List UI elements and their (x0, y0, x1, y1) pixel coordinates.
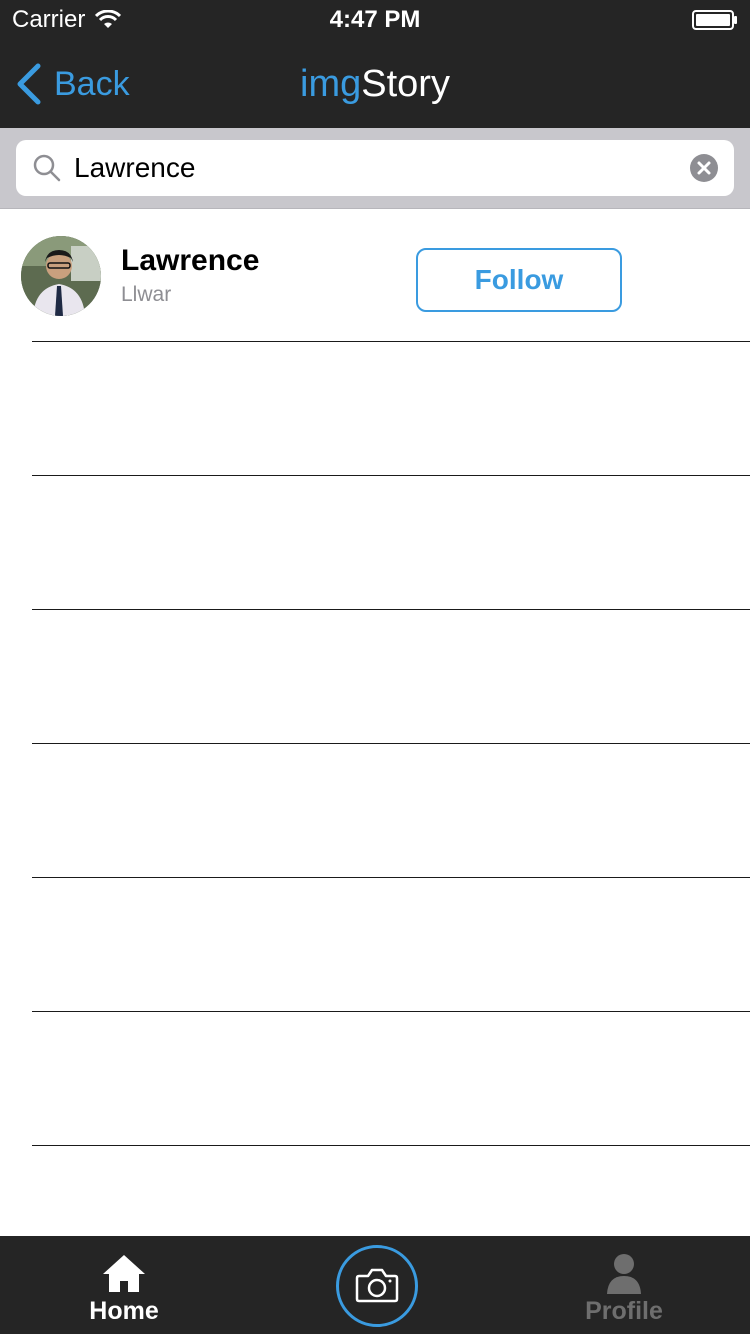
follow-button[interactable]: Follow (416, 248, 622, 312)
camera-button[interactable] (336, 1245, 418, 1327)
tab-bar: Home Profile (0, 1236, 750, 1334)
profile-icon (607, 1254, 641, 1294)
app-title-part-img: img (300, 63, 362, 105)
search-results-list: Lawrence Llwar Follow (0, 208, 750, 1146)
search-bar (0, 128, 750, 209)
user-handle: Llwar (121, 283, 172, 306)
navigation-bar: Back imgStory (0, 40, 750, 128)
tab-profile[interactable]: Profile (574, 1236, 674, 1334)
search-field[interactable] (16, 140, 734, 196)
tab-profile-label: Profile (585, 1297, 663, 1325)
row-divider (32, 1145, 750, 1146)
home-icon (103, 1255, 145, 1292)
row-divider (32, 743, 750, 744)
status-time: 4:47 PM (329, 6, 421, 33)
row-divider (32, 475, 750, 476)
search-input[interactable] (74, 140, 674, 196)
app-title: imgStory (0, 60, 750, 108)
row-divider (32, 341, 750, 342)
clear-search-icon[interactable] (690, 154, 718, 182)
user-name: Lawrence (121, 244, 260, 277)
battery-icon (692, 10, 737, 30)
tab-home[interactable]: Home (74, 1236, 174, 1334)
user-result-row[interactable]: Lawrence Llwar Follow (0, 208, 750, 342)
tab-home-label: Home (89, 1297, 159, 1325)
row-divider (32, 609, 750, 610)
app-title-part-story: Story (361, 63, 450, 105)
row-divider (32, 1011, 750, 1012)
search-icon (33, 154, 61, 182)
row-divider (32, 877, 750, 878)
camera-icon (355, 1268, 399, 1303)
avatar (21, 236, 101, 316)
status-bar: Carrier 4:47 PM (0, 0, 750, 40)
